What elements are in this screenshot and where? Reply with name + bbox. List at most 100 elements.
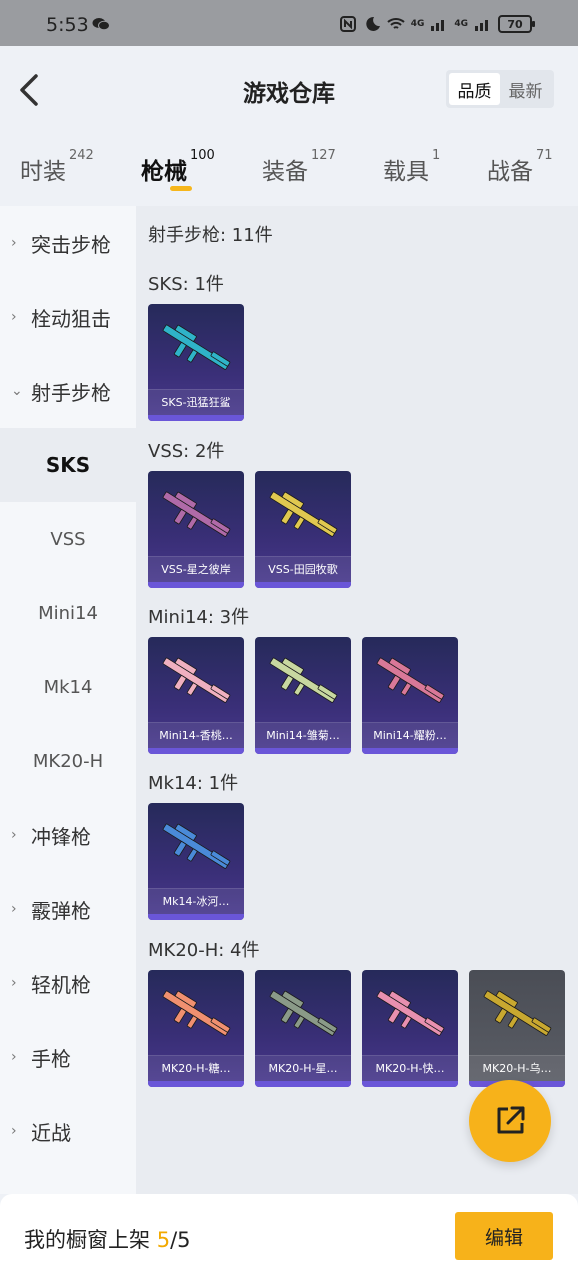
weapon-name: VSS-田园牧歌 <box>255 556 351 582</box>
weapon-card[interactable]: VSS-田园牧歌 <box>255 471 351 588</box>
group-title: VSS: 2件 <box>148 441 225 462</box>
group-title: Mini14: 3件 <box>148 607 250 628</box>
sort-toggle: 品质 最新 <box>446 70 554 108</box>
sidebar-item-mini14[interactable]: Mini14 <box>0 576 136 650</box>
edit-button[interactable]: 编辑 <box>455 1212 553 1260</box>
rifle-icon <box>376 657 445 703</box>
rarity-strip <box>255 1081 351 1087</box>
weapon-card[interactable]: Mk14-冰河… <box>148 803 244 920</box>
sidebar-item-lmg[interactable]: › 轻机枪 <box>0 946 136 1020</box>
group-title: SKS: 1件 <box>148 274 224 295</box>
weapon-name: MK20-H-乌… <box>469 1055 565 1081</box>
sidebar-item-pistol[interactable]: › 手枪 <box>0 1020 136 1094</box>
tab-supplies[interactable]: 战备71 <box>487 148 553 186</box>
weapon-name: Mini14-雏菊… <box>255 722 351 748</box>
rifle-icon <box>162 823 231 869</box>
nfc-icon <box>339 16 356 32</box>
tab-fashion[interactable]: 时装242 <box>20 148 94 186</box>
weapon-card[interactable]: MK20-H-快… <box>362 970 458 1087</box>
weapon-card[interactable]: MK20-H-乌… <box>469 970 565 1087</box>
chevron-right-icon: › <box>11 235 17 251</box>
network-4g-label: 4G <box>410 19 425 29</box>
rifle-icon <box>162 657 231 703</box>
rarity-strip <box>148 582 244 588</box>
sort-quality-button[interactable]: 品质 <box>449 73 500 105</box>
weapon-card[interactable]: VSS-星之彼岸 <box>148 471 244 588</box>
weapon-card[interactable]: Mini14-雏菊… <box>255 637 351 754</box>
item-list: 射手步枪: 11件 SKS: 1件 SKS-迅猛狂鲨 VSS: 2件 VSS-星之彼岸… <box>136 206 578 1194</box>
rarity-strip <box>148 914 244 920</box>
weapon-name: VSS-星之彼岸 <box>148 556 244 582</box>
tab-vehicles[interactable]: 载具1 <box>383 148 440 186</box>
sidebar-item-marksman-rifle[interactable]: ⌄ 射手步枪 <box>0 354 136 428</box>
chevron-right-icon: › <box>11 827 17 843</box>
chevron-right-icon: › <box>11 1049 17 1065</box>
status-bar: 5:53 4G 4G 70 <box>0 0 578 46</box>
weapon-card[interactable]: SKS-迅猛狂鲨 <box>148 304 244 421</box>
signal-icon-2 <box>475 20 488 31</box>
tab-equipment[interactable]: 装备127 <box>262 148 336 186</box>
status-icons: 4G 4G 70 <box>339 15 535 33</box>
rifle-icon <box>269 990 338 1036</box>
weapon-card[interactable]: Mini14-香桃… <box>148 637 244 754</box>
weapon-name: SKS-迅猛狂鲨 <box>148 389 244 415</box>
group-title: MK20-H: 4件 <box>148 940 260 961</box>
weapon-name: MK20-H-糖… <box>148 1055 244 1081</box>
network-4g-label-2: 4G <box>454 19 468 29</box>
sidebar-item-mk14[interactable]: Mk14 <box>0 650 136 724</box>
rifle-icon <box>269 491 338 537</box>
chevron-right-icon: › <box>11 975 17 991</box>
weapon-name: Mk14-冰河… <box>148 888 244 914</box>
external-link-icon <box>497 1106 525 1134</box>
weapon-card[interactable]: MK20-H-糖… <box>148 970 244 1087</box>
sidebar-item-bolt-sniper[interactable]: › 栓动狙击 <box>0 280 136 354</box>
summary-title: 射手步枪: 11件 <box>148 225 273 246</box>
showcase-count: 5 <box>156 1228 171 1252</box>
status-time: 5:53 <box>46 14 89 36</box>
sidebar-item-shotgun[interactable]: › 霰弹枪 <box>0 872 136 946</box>
sort-newest-button[interactable]: 最新 <box>500 73 551 105</box>
rarity-strip <box>255 748 351 754</box>
rarity-strip <box>362 748 458 754</box>
showcase-total: /5 <box>170 1228 191 1252</box>
weapon-name: MK20-H-快… <box>362 1055 458 1081</box>
rarity-strip <box>362 1081 458 1087</box>
chevron-down-icon: ⌄ <box>11 383 23 399</box>
sidebar-item-mk20h[interactable]: MK20-H <box>0 724 136 798</box>
share-fab-button[interactable] <box>469 1080 551 1162</box>
rarity-strip <box>148 1081 244 1087</box>
sidebar-item-smg[interactable]: › 冲锋枪 <box>0 798 136 872</box>
sidebar-item-melee[interactable]: › 近战 <box>0 1094 136 1168</box>
active-tab-indicator <box>170 186 192 191</box>
header: 游戏仓库 品质 最新 <box>0 46 578 132</box>
rarity-strip <box>148 748 244 754</box>
tab-guns[interactable]: 枪械100 <box>141 148 215 186</box>
sidebar-item-vss[interactable]: VSS <box>0 502 136 576</box>
sidebar-item-assault-rifle[interactable]: › 突击步枪 <box>0 206 136 280</box>
category-tabs: 时装242 枪械100 装备127 载具1 战备71 <box>0 132 578 206</box>
moon-icon <box>365 16 380 31</box>
rifle-icon <box>269 657 338 703</box>
weapon-name: Mini14-耀粉… <box>362 722 458 748</box>
rifle-icon <box>483 990 552 1036</box>
rarity-strip <box>148 415 244 421</box>
group-title: Mk14: 1件 <box>148 773 239 794</box>
rarity-strip <box>255 582 351 588</box>
sidebar-item-sks[interactable]: SKS <box>0 428 136 502</box>
battery-icon: 70 <box>498 15 535 33</box>
signal-icon <box>431 20 445 31</box>
showcase-status: 我的橱窗上架 5/5 <box>24 1228 191 1252</box>
weapon-card[interactable]: MK20-H-星… <box>255 970 351 1087</box>
wifi-icon <box>387 18 405 29</box>
rifle-icon <box>376 990 445 1036</box>
chevron-right-icon: › <box>11 1123 17 1139</box>
wechat-icon <box>92 18 110 31</box>
bottom-bar: 我的橱窗上架 5/5 编辑 <box>0 1194 578 1280</box>
rifle-icon <box>162 324 231 370</box>
chevron-right-icon: › <box>11 901 17 917</box>
weapon-card[interactable]: Mini14-耀粉… <box>362 637 458 754</box>
weapon-name: Mini14-香桃… <box>148 722 244 748</box>
chevron-right-icon: › <box>11 309 17 325</box>
sidebar: › 突击步枪 › 栓动狙击 ⌄ 射手步枪 SKS VSS Mini14 Mk14 MK… <box>0 206 136 1194</box>
rifle-icon <box>162 491 231 537</box>
